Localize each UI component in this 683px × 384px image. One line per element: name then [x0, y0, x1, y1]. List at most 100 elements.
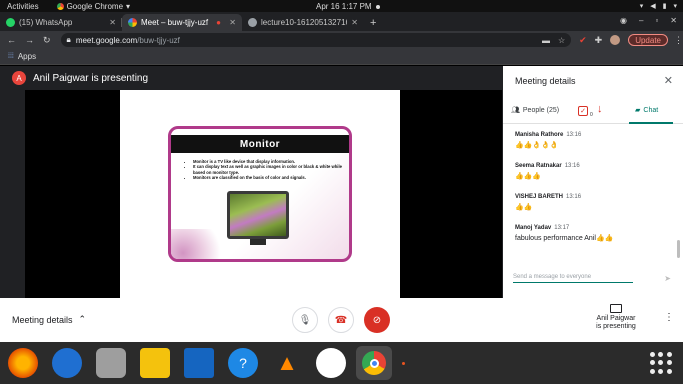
chrome-dock-item[interactable] [356, 346, 392, 380]
chat-message: Manisha Rathore 13:16 👍👍👌👌👌 [515, 132, 675, 149]
update-label: Update [635, 35, 661, 45]
recording-icon: ● [216, 18, 221, 27]
new-tab-button[interactable]: + [370, 14, 376, 31]
system-top-bar: Activities Google Chrome ▾ Apr 16 1:17 P… [0, 0, 683, 12]
tab-lecture[interactable]: lecture10-1612051327162... ✕ [242, 14, 364, 31]
tab-search-icon[interactable]: ◉ [620, 16, 627, 25]
panel-tabs: 👥︎ People (25) ✓ 0 ↓ ▰ Chat [503, 102, 683, 124]
chat-scrollbar[interactable] [677, 240, 680, 258]
app-menu[interactable]: Google Chrome ▾ [56, 1, 131, 11]
panel-title: Meeting details [515, 76, 576, 86]
presenting-text: is presenting [596, 323, 636, 330]
check-annotation-icon: ✓ [578, 106, 588, 116]
vlc-icon[interactable]: ▲ [272, 348, 302, 378]
chat-message: VISHEJ BARETH 13:16 👍👍 [515, 194, 675, 211]
system-tray[interactable]: ▾ ◀ ▮ ▾ [640, 2, 677, 10]
url-path: /buw-tjjy-uzf [137, 35, 180, 45]
monitor-screen [230, 194, 286, 236]
forward-icon[interactable]: → [25, 35, 34, 46]
present-screen-icon [610, 304, 622, 313]
battery-icon: ▮ [662, 3, 667, 10]
presenter-banner: A Anil Paigwar is presenting [0, 66, 148, 90]
slide: Monitor Monitor is a TV like device that… [120, 90, 400, 298]
arrow-down-icon: ↓ [597, 103, 603, 115]
dock: ? ▲ [0, 342, 683, 384]
back-icon[interactable]: ← [7, 35, 16, 46]
close-icon[interactable]: ✕ [109, 18, 116, 27]
presenter-text: Anil Paigwar is presenting [33, 72, 149, 84]
chrome-icon [56, 2, 64, 10]
tab-whatsapp[interactable]: (15) WhatsApp ✕ [0, 14, 122, 31]
maximize-icon[interactable]: ▫ [655, 16, 658, 25]
tab-chat[interactable]: ▰ Chat [635, 106, 658, 115]
show-applications-icon[interactable] [650, 352, 672, 374]
slide-bullet: It can display text as well as graphic i… [193, 164, 347, 175]
slide-bullet: Monitors are classified on the basis of … [193, 175, 347, 180]
slide-bullets: Monitor is a TV like device that display… [187, 159, 347, 181]
presenter-avatar: A [12, 71, 26, 85]
puzzle-icon[interactable]: ✚ [595, 35, 603, 46]
tab-meet[interactable]: Meet – buw-tjjy-uzf ● ✕ [122, 14, 242, 31]
firefox-icon[interactable] [8, 348, 38, 378]
help-icon[interactable]: ? [228, 348, 258, 378]
close-icon[interactable]: ✕ [664, 74, 673, 87]
message-time: 13:17 [554, 225, 570, 231]
chat-message: Manoj Yadav 13:17 fabulous performance An… [515, 225, 675, 242]
badge-count: 0 [590, 112, 593, 118]
chat-message: Seema Ratnakar 13:16 👍👍👍 [515, 163, 675, 180]
update-button[interactable]: Update [628, 34, 668, 46]
check-extension-icon[interactable]: ✔ [579, 35, 587, 46]
camera-off-icon: ⊘ [372, 314, 382, 326]
floral-decoration [171, 229, 231, 259]
chat-input[interactable]: Send a message to everyone [513, 274, 633, 283]
reload-icon[interactable]: ↻ [43, 35, 51, 46]
clock[interactable]: Apr 16 1:17 PM [316, 2, 380, 11]
url-host: meet.google.com [75, 35, 138, 45]
notification-dot [375, 4, 380, 9]
volume-icon: ◀ [650, 3, 656, 10]
tab-people[interactable]: 👥︎ People (25) [511, 106, 559, 115]
send-icon[interactable]: ➤ [664, 274, 671, 283]
leave-call-button[interactable]: ☎︎ [328, 307, 354, 333]
profile-avatar[interactable] [610, 35, 621, 45]
omnibox-icons: ▬ ☆ [542, 36, 565, 45]
chat-input-placeholder: Send a message to everyone [513, 274, 592, 280]
message-text: 👍👍👌👌👌 [515, 142, 559, 149]
slide-card: Monitor Monitor is a TV like device that… [168, 126, 352, 262]
files-icon[interactable] [96, 348, 126, 378]
presentation-area[interactable]: Monitor Monitor is a TV like device that… [25, 90, 502, 298]
message-time: 13:16 [566, 194, 582, 200]
camera-icon[interactable]: ▬ [542, 36, 550, 45]
window-controls: ◉ – ▫ ✕ [620, 16, 677, 25]
monitor-image [227, 191, 289, 239]
activities-button[interactable]: Activities [7, 2, 39, 11]
people-icon: 👥︎ [511, 107, 520, 114]
apps-bookmark[interactable]: Apps [18, 52, 36, 61]
nav-buttons: ← → ↻ [7, 35, 51, 46]
thunderbird-icon[interactable] [52, 348, 82, 378]
meeting-details-button[interactable]: Meeting details ⌃ [12, 314, 86, 325]
microphone-button[interactable]: 🎙︎ [292, 307, 318, 333]
presenting-status[interactable]: Anil Paigwar is presenting [591, 304, 641, 331]
app-menu-label: Google Chrome [66, 1, 124, 11]
toolbar: ← → ↻ 🔒︎ meet.google.com/buw-tjjy-uzf ▬ … [0, 31, 683, 49]
star-icon[interactable]: ☆ [558, 36, 565, 45]
chat-messages: Manisha Rathore 13:16 👍👍👌👌👌 Seema Ratnaka… [515, 132, 675, 256]
chrome-icon [362, 351, 386, 375]
close-icon[interactable]: ✕ [229, 18, 236, 27]
message-text: 👍👍 [515, 204, 533, 211]
close-icon[interactable]: ✕ [351, 18, 358, 27]
close-window-icon[interactable]: ✕ [670, 16, 677, 25]
minimize-icon[interactable]: – [639, 16, 643, 25]
hang-up-icon: ☎︎ [334, 314, 348, 326]
address-bar[interactable]: 🔒︎ meet.google.com/buw-tjjy-uzf ▬ ☆ [60, 33, 572, 47]
writer-icon[interactable] [184, 348, 214, 378]
bookmarks-bar: ⁞⁞⁞ Apps [0, 49, 683, 65]
menu-icon[interactable]: ⋮ [674, 35, 683, 46]
more-options-icon[interactable]: ⋮ [664, 312, 674, 323]
software-icon[interactable] [316, 348, 346, 378]
rhythmbox-icon[interactable] [140, 348, 170, 378]
tab-label: (15) WhatsApp [19, 18, 73, 27]
chevron-down-icon: ▾ [126, 1, 131, 11]
camera-button[interactable]: ⊘ [364, 307, 390, 333]
